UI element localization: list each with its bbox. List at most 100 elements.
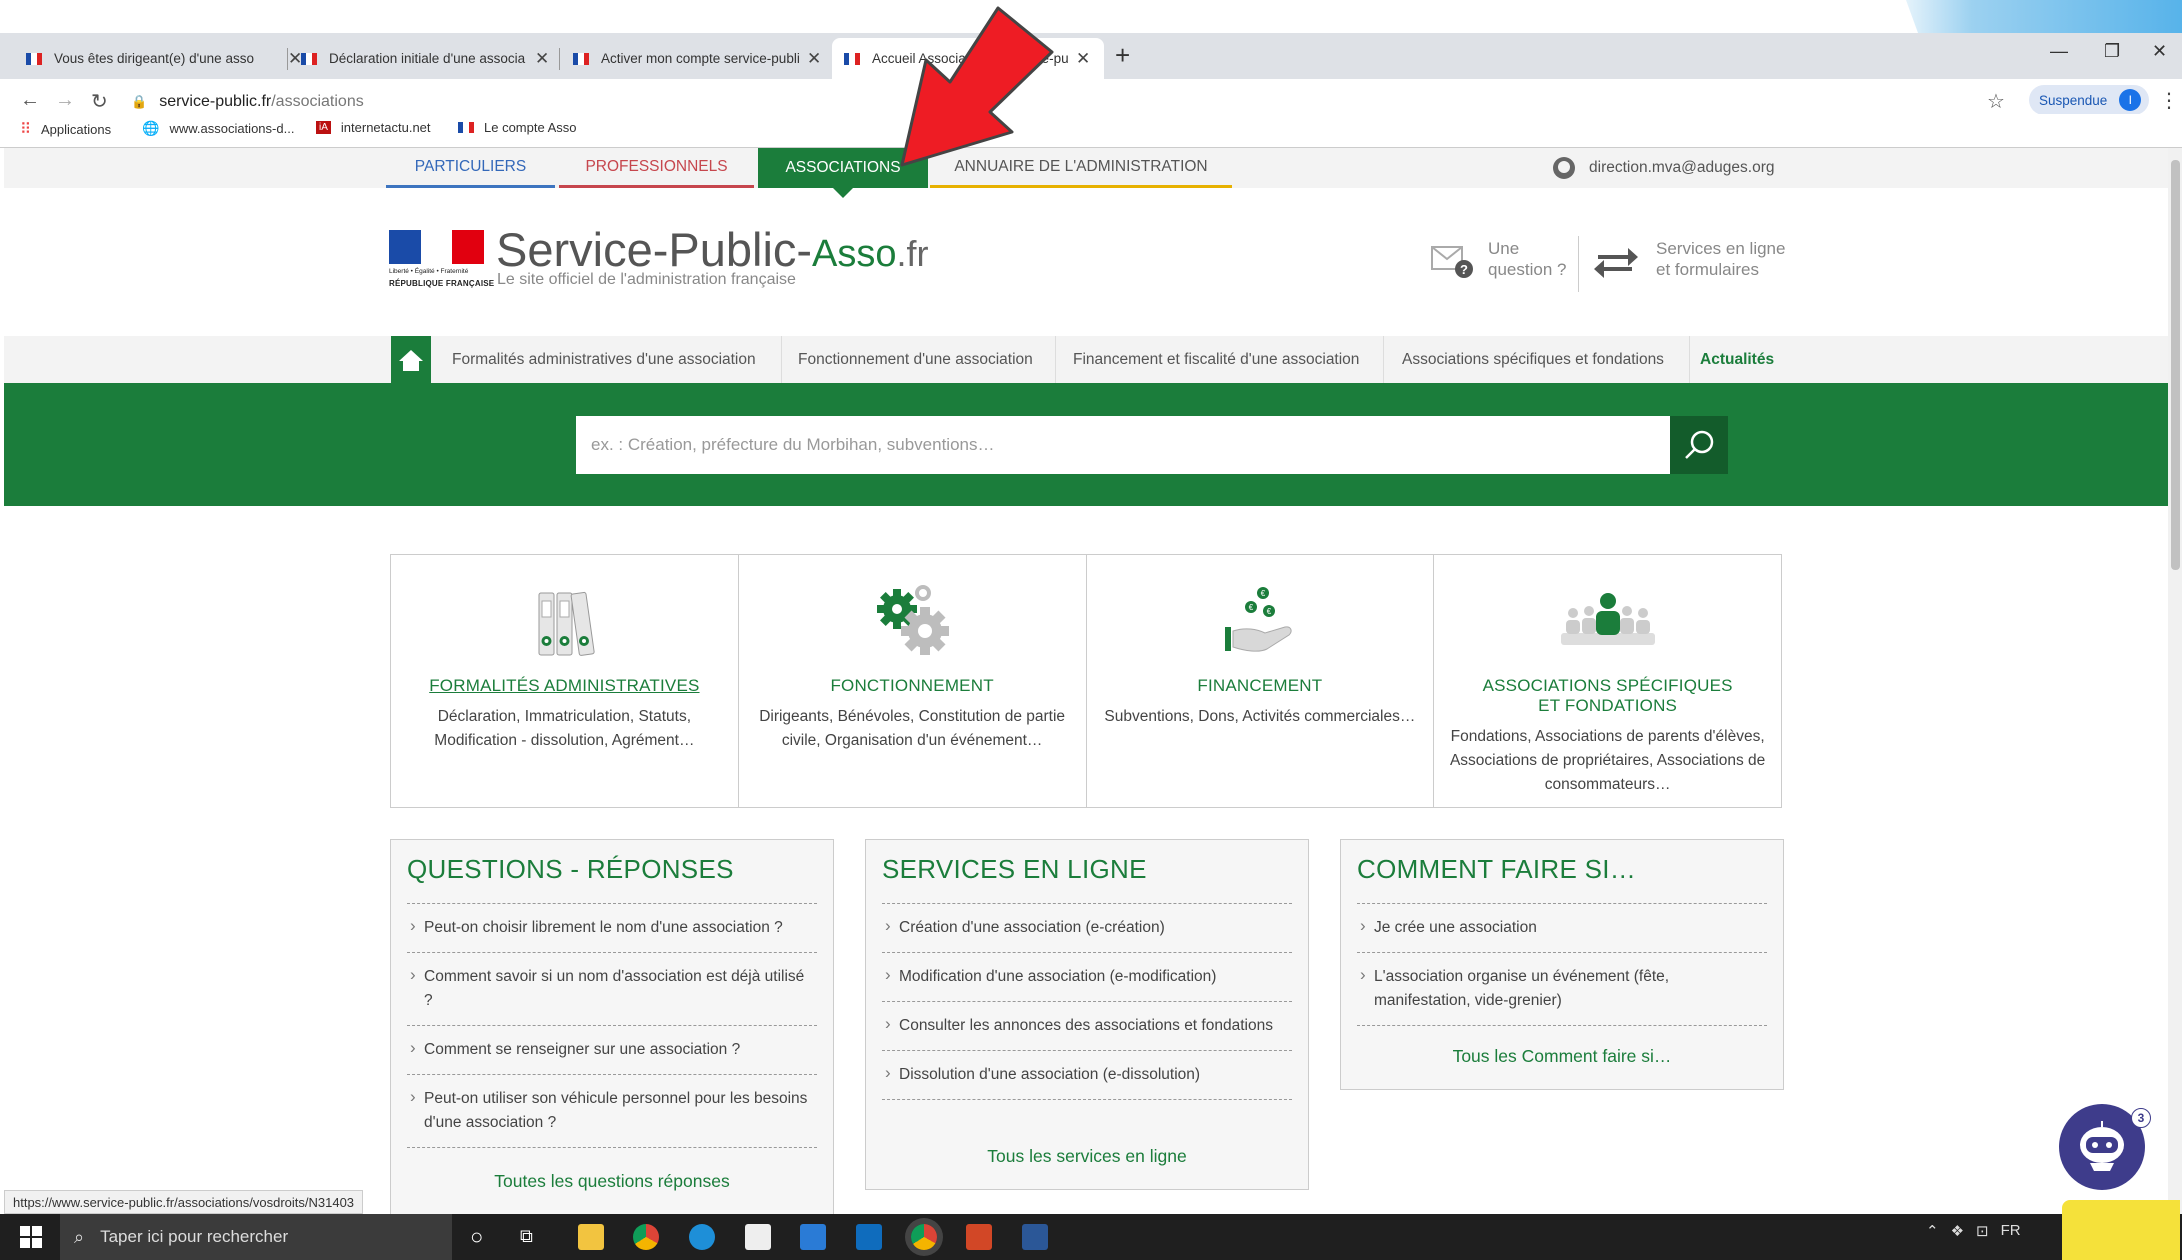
word-icon[interactable] — [1022, 1224, 1048, 1250]
close-tab-icon[interactable]: ✕ — [1076, 49, 1090, 69]
status-url: https://www.service-public.fr/associatio… — [4, 1190, 364, 1214]
category-desc: Déclaration, Immatriculation, Statuts, M… — [434, 708, 695, 749]
restore-icon[interactable]: ❐ — [2104, 41, 2120, 62]
nav-actualites[interactable]: Actualités — [1700, 336, 1774, 383]
dropbox-icon[interactable]: ❖ — [1951, 1222, 1964, 1240]
new-tab-button[interactable]: + — [1115, 40, 1130, 71]
close-window-icon[interactable]: ✕ — [2152, 41, 2167, 62]
howto-more-link[interactable]: Tous les Comment faire si… — [1341, 1046, 1783, 1067]
tab-title: Déclaration initiale d'une associa — [329, 51, 526, 66]
corner-logo — [2062, 1200, 2180, 1260]
file-explorer-icon[interactable] — [578, 1224, 604, 1250]
site-brand[interactable]: Service-Public-Asso.fr — [496, 222, 929, 277]
services-more-link[interactable]: Tous les services en ligne — [866, 1146, 1308, 1167]
exchange-arrows-icon — [1594, 248, 1638, 278]
store-icon[interactable] — [745, 1224, 771, 1250]
app-icon[interactable] — [800, 1224, 826, 1250]
search-icon: ⌕ — [74, 1226, 85, 1247]
howto-item[interactable]: Je crée une association — [1357, 904, 1767, 953]
browser-tab[interactable]: Déclaration initiale d'une associa ✕ — [289, 38, 561, 79]
nav-formalites[interactable]: Formalités administratives d'une associa… — [452, 336, 756, 383]
back-icon[interactable]: ← — [20, 89, 40, 112]
service-item[interactable]: Modification d'une association (e-modifi… — [882, 953, 1292, 1002]
decorative-corner — [1906, 0, 2182, 33]
bookmark-associations[interactable]: 🌐 www.associations-d... — [142, 120, 294, 137]
tab-title: Vous êtes dirigeant(e) d'une asso — [54, 51, 254, 66]
nav-separator — [1689, 336, 1690, 383]
close-tab-icon[interactable]: ✕ — [807, 49, 821, 69]
category-specifiques[interactable]: ASSOCIATIONS SPÉCIFIQUES ET FONDATIONS F… — [1434, 555, 1781, 807]
windows-start-icon[interactable] — [20, 1226, 42, 1248]
forward-icon[interactable]: → — [55, 89, 75, 112]
close-tab-icon[interactable]: ✕ — [535, 49, 549, 69]
task-view-icon[interactable]: ⧉ — [520, 1226, 533, 1247]
bookmark-internetactu[interactable]: iA internetactu.net — [316, 120, 431, 135]
svg-text:€: € — [1261, 589, 1266, 598]
browser-tab[interactable]: Activer mon compte service-publi ✕ — [561, 38, 833, 79]
service-item[interactable]: Dissolution d'une association (e-dissolu… — [882, 1051, 1292, 1100]
services-list: Création d'une association (e-création) … — [882, 903, 1292, 1100]
search-button[interactable] — [1670, 416, 1728, 474]
apps-grid-icon: ⠿ — [20, 121, 31, 138]
powerpoint-icon[interactable] — [966, 1224, 992, 1250]
brand-asso: Asso — [812, 233, 897, 275]
category-fonctionnement[interactable]: FONCTIONNEMENT Dirigeants, Bénévoles, Co… — [739, 555, 1087, 807]
search-icon — [1685, 430, 1714, 459]
browser-tab[interactable]: Vous êtes dirigeant(e) d'une asso ✕ — [14, 38, 314, 79]
category-title[interactable]: FONCTIONNEMENT — [739, 676, 1086, 696]
qa-item[interactable]: Peut-on utiliser son véhicule personnel … — [407, 1075, 817, 1148]
header-divider — [1578, 236, 1579, 292]
category-title[interactable]: ASSOCIATIONS SPÉCIFIQUES ET FONDATIONS — [1434, 676, 1781, 716]
qa-item[interactable]: Comment savoir si un nom d'association e… — [407, 953, 817, 1026]
service-item[interactable]: Consulter les annonces des associations … — [882, 1002, 1292, 1051]
lock-icon: 🔒 — [131, 94, 148, 109]
window-top-strip — [0, 0, 2182, 33]
minimize-icon[interactable]: — — [2050, 41, 2068, 62]
chevron-up-icon[interactable]: ⌃ — [1926, 1222, 1939, 1240]
group-icon — [1560, 593, 1655, 645]
category-desc: Fondations, Associations de parents d'él… — [1449, 728, 1766, 793]
service-item[interactable]: Création d'une association (e-création) — [882, 904, 1292, 953]
internetactu-icon: iA — [316, 121, 331, 134]
qa-more-link[interactable]: Toutes les questions réponses — [391, 1171, 833, 1192]
tab-particuliers[interactable]: PARTICULIERS — [386, 148, 555, 188]
howto-title: COMMENT FAIRE SI… — [1357, 854, 1637, 884]
profile-button[interactable]: Suspendue I — [2029, 85, 2150, 115]
user-account-link[interactable]: direction.mva@aduges.org — [1553, 148, 1774, 188]
menu-icon[interactable]: ⋮ — [2159, 88, 2179, 113]
taskbar-search[interactable]: ⌕ Taper ici pour rechercher — [60, 1214, 452, 1260]
chrome-icon[interactable] — [633, 1224, 659, 1250]
nav-fonctionnement[interactable]: Fonctionnement d'une association — [798, 336, 1033, 383]
nav-specifiques[interactable]: Associations spécifiques et fondations — [1402, 336, 1664, 383]
qa-item[interactable]: Comment se renseigner sur une associatio… — [407, 1026, 817, 1075]
chrome-active-icon[interactable] — [911, 1224, 937, 1250]
marianne-logo[interactable]: Liberté • Égalité • Fraternité RÉPUBLIQU… — [389, 230, 494, 290]
category-title[interactable]: FORMALITÉS ADMINISTRATIVES — [391, 676, 738, 696]
red-annotation-arrow — [900, 6, 1054, 167]
home-button[interactable] — [391, 336, 431, 384]
tab-professionnels[interactable]: PROFESSIONNELS — [559, 148, 754, 188]
language-indicator[interactable]: FR — [2001, 1222, 2021, 1240]
qa-item[interactable]: Peut-on choisir librement le nom d'une a… — [407, 904, 817, 953]
network-icon[interactable]: ⊡ — [1976, 1222, 1989, 1240]
bookmark-star-icon[interactable]: ☆ — [1987, 89, 2005, 114]
howto-item[interactable]: L'association organise un événement (fêt… — [1357, 953, 1767, 1026]
services-link[interactable]: Services en ligne et formulaires — [1590, 238, 1785, 280]
bookmark-compte-asso[interactable]: Le compte Asso — [458, 120, 577, 135]
edge-icon[interactable] — [689, 1224, 715, 1250]
category-formalites[interactable]: FORMALITÉS ADMINISTRATIVES Déclaration, … — [391, 555, 739, 807]
category-title[interactable]: FINANCEMENT — [1087, 676, 1434, 696]
services-box: SERVICES EN LIGNE Création d'une associa… — [865, 839, 1309, 1190]
qa-box: QUESTIONS - RÉPONSES Peut-on choisir lib… — [390, 839, 834, 1219]
category-financement[interactable]: € € € FINANCEMENT Subventions, Dons, Act… — [1087, 555, 1435, 807]
search-input[interactable] — [576, 416, 1670, 474]
cortana-icon[interactable]: ○ — [470, 1224, 483, 1250]
scrollbar-thumb[interactable] — [2171, 160, 2180, 570]
nav-financement[interactable]: Financement et fiscalité d'une associati… — [1073, 336, 1359, 383]
question-link[interactable]: ? Une question ? — [1428, 238, 1566, 280]
category-title-line1: ASSOCIATIONS SPÉCIFIQUES — [1482, 676, 1733, 695]
url-path: /associations — [271, 93, 364, 110]
bookmark-apps[interactable]: ⠿ Applications — [20, 120, 111, 138]
outlook-icon[interactable] — [856, 1224, 882, 1250]
reload-icon[interactable]: ↻ — [91, 89, 108, 114]
